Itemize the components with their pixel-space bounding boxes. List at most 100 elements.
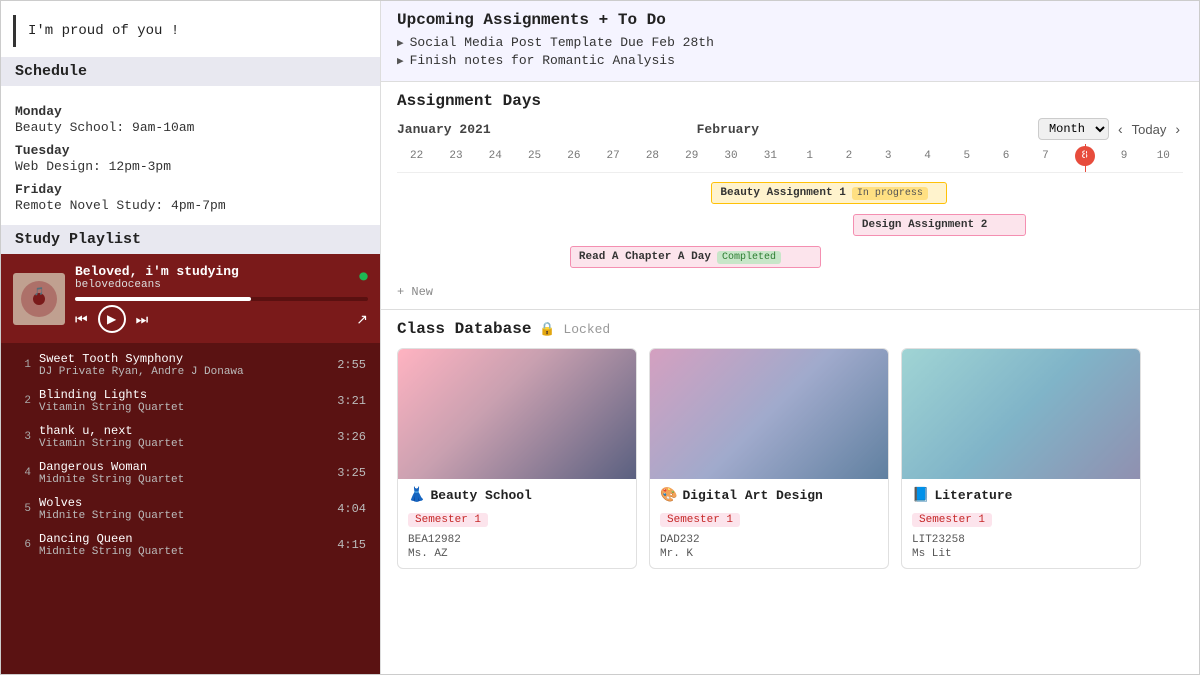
add-new-row[interactable]: + New xyxy=(397,281,1183,303)
day-number: 23 xyxy=(449,150,462,162)
cal-day[interactable]: 10 xyxy=(1144,148,1183,164)
add-new-label: + New xyxy=(397,285,433,299)
card-teacher: Mr. K xyxy=(660,548,878,560)
cal-day[interactable]: 25 xyxy=(515,148,554,164)
track-name: Wolves xyxy=(39,496,329,510)
track-duration: 2:55 xyxy=(337,358,366,372)
calendar-days-row: 2223242526272829303112345678910 xyxy=(397,144,1183,173)
class-card[interactable]: 👗 Beauty School Semester 1 BEA12982 Ms. … xyxy=(397,348,637,569)
day-number: 22 xyxy=(410,150,423,162)
arrow-icon: ▶ xyxy=(397,36,404,50)
gantt-bar-label: Beauty Assignment 1 xyxy=(720,187,845,199)
next-button[interactable]: ⏭ xyxy=(136,311,149,328)
track-item[interactable]: 5 Wolves Midnite String Quartet 4:04 xyxy=(1,491,380,527)
cal-day[interactable]: 1 xyxy=(790,148,829,164)
track-artist: Midnite String Quartet xyxy=(39,510,329,522)
track-info: Sweet Tooth Symphony DJ Private Ryan, An… xyxy=(39,352,329,378)
cal-day[interactable]: 4 xyxy=(908,148,947,164)
card-teacher: Ms. AZ xyxy=(408,548,626,560)
play-button[interactable]: ▶ xyxy=(98,305,126,333)
day-number: 5 xyxy=(964,150,971,162)
track-duration: 3:26 xyxy=(337,430,366,444)
class-title-text: Class Database xyxy=(397,320,531,338)
cal-today-button[interactable]: Today xyxy=(1132,122,1167,137)
schedule-header: Schedule xyxy=(1,57,380,86)
upcoming-section: Upcoming Assignments + To Do ▶ Social Med… xyxy=(381,1,1199,82)
cal-day[interactable]: 27 xyxy=(593,148,632,164)
day-number: 24 xyxy=(489,150,502,162)
svg-text:🎵: 🎵 xyxy=(34,287,44,297)
class-card[interactable]: 📘 Literature Semester 1 LIT23258 Ms Lit xyxy=(901,348,1141,569)
cal-day[interactable]: 26 xyxy=(554,148,593,164)
card-emoji: 🎨 xyxy=(660,487,677,504)
card-name-text: Beauty School xyxy=(430,488,531,503)
class-card[interactable]: 🎨 Digital Art Design Semester 1 DAD232 M… xyxy=(649,348,889,569)
card-code: LIT23258 xyxy=(912,534,1130,546)
track-name: Dancing Queen xyxy=(39,532,329,546)
share-button[interactable]: ↗ xyxy=(356,311,368,328)
gantt-row[interactable]: Read A Chapter A DayCompleted xyxy=(397,243,1183,271)
player-controls[interactable]: ⏮ ▶ ⏭ ↗ xyxy=(75,305,368,333)
card-name: 📘 Literature xyxy=(912,487,1130,504)
track-duration: 3:21 xyxy=(337,394,366,408)
cal-day[interactable]: 28 xyxy=(633,148,672,164)
card-code: BEA12982 xyxy=(408,534,626,546)
playlist-player: 🎵 Beloved, i'm studying belovedoceans ⏺ … xyxy=(1,254,380,343)
track-item[interactable]: 6 Dancing Queen Midnite String Quartet 4… xyxy=(1,527,380,563)
day-number: 31 xyxy=(764,150,777,162)
gantt-bar-label: Design Assignment 2 xyxy=(862,219,987,231)
cal-prev-button[interactable]: ‹ xyxy=(1115,121,1126,137)
track-artist: Vitamin String Quartet xyxy=(39,438,329,450)
cal-day[interactable]: 22 xyxy=(397,148,436,164)
track-info: Dangerous Woman Midnite String Quartet xyxy=(39,460,329,486)
track-artist: Midnite String Quartet xyxy=(39,474,329,486)
cal-next-button[interactable]: › xyxy=(1172,121,1183,137)
gantt-badge: Completed xyxy=(717,251,781,264)
month-dropdown[interactable]: Month xyxy=(1038,118,1109,140)
cal-day[interactable]: 9 xyxy=(1104,148,1143,164)
cal-day[interactable]: 7 xyxy=(1026,148,1065,164)
cal-day[interactable]: 29 xyxy=(672,148,711,164)
player-info: Beloved, i'm studying belovedoceans ⏺ ⏮ … xyxy=(75,264,368,333)
quote-text: I'm proud of you ! xyxy=(28,23,179,39)
day-number: 30 xyxy=(724,150,737,162)
day-number: 10 xyxy=(1157,150,1170,162)
card-emoji: 👗 xyxy=(408,487,425,504)
cal-day[interactable]: 5 xyxy=(947,148,986,164)
prev-button[interactable]: ⏮ xyxy=(75,311,88,328)
cal-day[interactable]: 31 xyxy=(751,148,790,164)
track-artist: Vitamin String Quartet xyxy=(39,402,329,414)
cal-day[interactable]: 6 xyxy=(986,148,1025,164)
track-item[interactable]: 2 Blinding Lights Vitamin String Quartet… xyxy=(1,383,380,419)
track-item[interactable]: 4 Dangerous Woman Midnite String Quartet… xyxy=(1,455,380,491)
upcoming-item: ▶ Social Media Post Template Due Feb 28th xyxy=(397,35,1183,50)
gantt-row[interactable]: Design Assignment 2 xyxy=(397,211,1183,239)
cal-controls[interactable]: Month ‹ Today › xyxy=(1038,118,1183,140)
track-name: Sweet Tooth Symphony xyxy=(39,352,329,366)
track-number: 1 xyxy=(15,359,31,371)
card-body: 🎨 Digital Art Design Semester 1 DAD232 M… xyxy=(650,479,888,568)
day-number: 29 xyxy=(685,150,698,162)
schedule-class: Beauty School: 9am-10am xyxy=(15,120,366,135)
track-item[interactable]: 1 Sweet Tooth Symphony DJ Private Ryan, … xyxy=(1,347,380,383)
semester-badge: Semester 1 xyxy=(408,513,488,527)
cal-day[interactable]: 2 xyxy=(829,148,868,164)
cal-day[interactable]: 23 xyxy=(436,148,475,164)
day-number: 1 xyxy=(806,150,813,162)
card-body: 📘 Literature Semester 1 LIT23258 Ms Lit xyxy=(902,479,1140,568)
track-item[interactable]: 3 thank u, next Vitamin String Quartet 3… xyxy=(1,419,380,455)
schedule-day: Friday xyxy=(15,182,366,197)
upcoming-list: ▶ Social Media Post Template Due Feb 28th… xyxy=(397,35,1183,68)
cal-day[interactable]: 24 xyxy=(476,148,515,164)
gantt-row[interactable]: Beauty Assignment 1In progress xyxy=(397,179,1183,207)
track-artist: Midnite String Quartet xyxy=(39,546,329,558)
upcoming-item-text: Social Media Post Template Due Feb 28th xyxy=(410,35,714,50)
upcoming-title: Upcoming Assignments + To Do xyxy=(397,11,1183,29)
gantt-bar: Read A Chapter A DayCompleted xyxy=(570,246,822,268)
track-number: 5 xyxy=(15,503,31,515)
cal-day[interactable]: 30 xyxy=(711,148,750,164)
track-info: Blinding Lights Vitamin String Quartet xyxy=(39,388,329,414)
cal-day[interactable]: 3 xyxy=(869,148,908,164)
day-number: 27 xyxy=(607,150,620,162)
day-number: 4 xyxy=(924,150,931,162)
